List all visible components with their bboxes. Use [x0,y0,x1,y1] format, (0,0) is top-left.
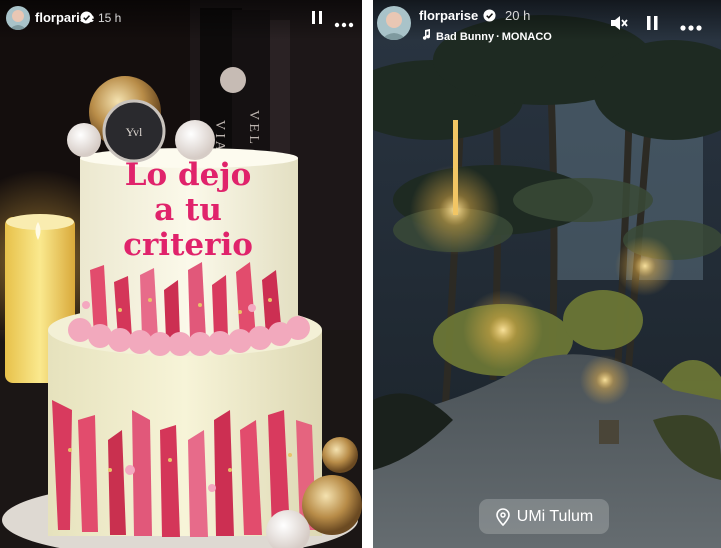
speaker-muted-icon [611,16,628,30]
more-options-button[interactable] [334,15,354,28]
story-panel-right[interactable]: florparise 20 h Bad Bunny · MONACO UMi Tul… [373,0,721,548]
avatar[interactable] [377,6,411,40]
location-sticker[interactable]: UMi Tulum [479,499,609,534]
music-attribution[interactable]: Bad Bunny · MONACO [421,29,552,43]
location-label: UMi Tulum [516,507,594,525]
location-pin-icon [495,507,510,526]
music-separator: · [496,31,500,43]
svg-text:Yvl: Yvl [126,125,143,139]
more-horizontal-icon [680,25,702,31]
music-note-icon [422,29,431,40]
garden-path-photo [373,0,721,548]
timestamp: 20 h [505,8,531,23]
verified-badge-icon [483,9,496,22]
cake-text-line: criterio [123,227,253,263]
more-horizontal-icon [334,22,354,28]
svg-text:V E L: V E L [246,110,261,144]
music-song: MONACO [501,31,552,43]
pause-icon [647,16,658,30]
avatar[interactable] [6,6,30,30]
cake-text-line: a tu [154,192,222,228]
more-options-button[interactable] [679,19,703,31]
timestamp: 15 h [98,11,122,25]
story-panel-left[interactable]: V I A V E L Yvl Lo dejo a tu criterio fl… [0,0,362,548]
cake-photo: V I A V E L Yvl [0,0,362,548]
mute-button[interactable] [609,14,629,32]
pause-button[interactable] [645,14,659,32]
verified-badge-icon [80,11,93,24]
cake-text-line: Lo dejo [124,157,252,193]
pause-icon [312,11,322,24]
username[interactable]: florparise [419,8,478,23]
music-artist: Bad Bunny [436,31,495,43]
pause-button[interactable] [310,10,324,26]
cake-text: Lo dejo a tu criterio [88,158,288,263]
